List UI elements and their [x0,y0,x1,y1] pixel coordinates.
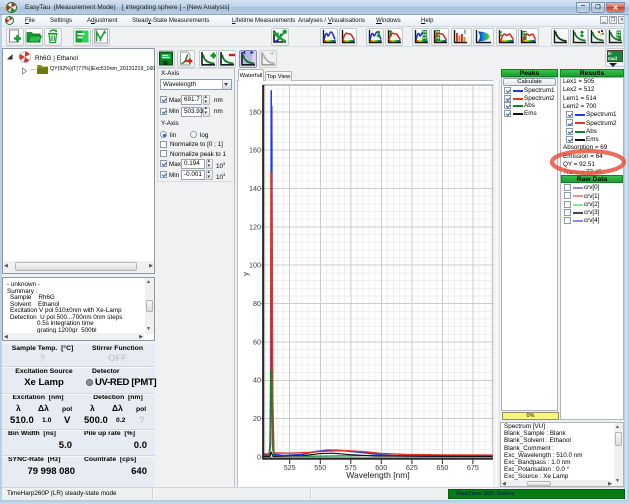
svg-text:y: y [241,272,250,276]
svg-text:525: 525 [284,463,296,472]
svg-text:0: 0 [257,452,261,461]
svg-text:20: 20 [253,414,261,423]
svg-text:60: 60 [253,337,261,346]
svg-text:140: 140 [249,184,261,193]
svg-text:80: 80 [253,299,261,308]
svg-text:120: 120 [249,222,261,231]
svg-text:t: t [464,30,466,36]
svg-text:675: 675 [467,463,479,472]
svg-text:180: 180 [249,107,261,116]
svg-text:40: 40 [253,376,261,385]
svg-text:550: 550 [314,463,326,472]
svg-text:100: 100 [249,261,261,270]
svg-text:650: 650 [436,463,448,472]
svg-text:160: 160 [249,146,261,155]
svg-text:Wavelength [nm]: Wavelength [nm] [346,470,409,480]
